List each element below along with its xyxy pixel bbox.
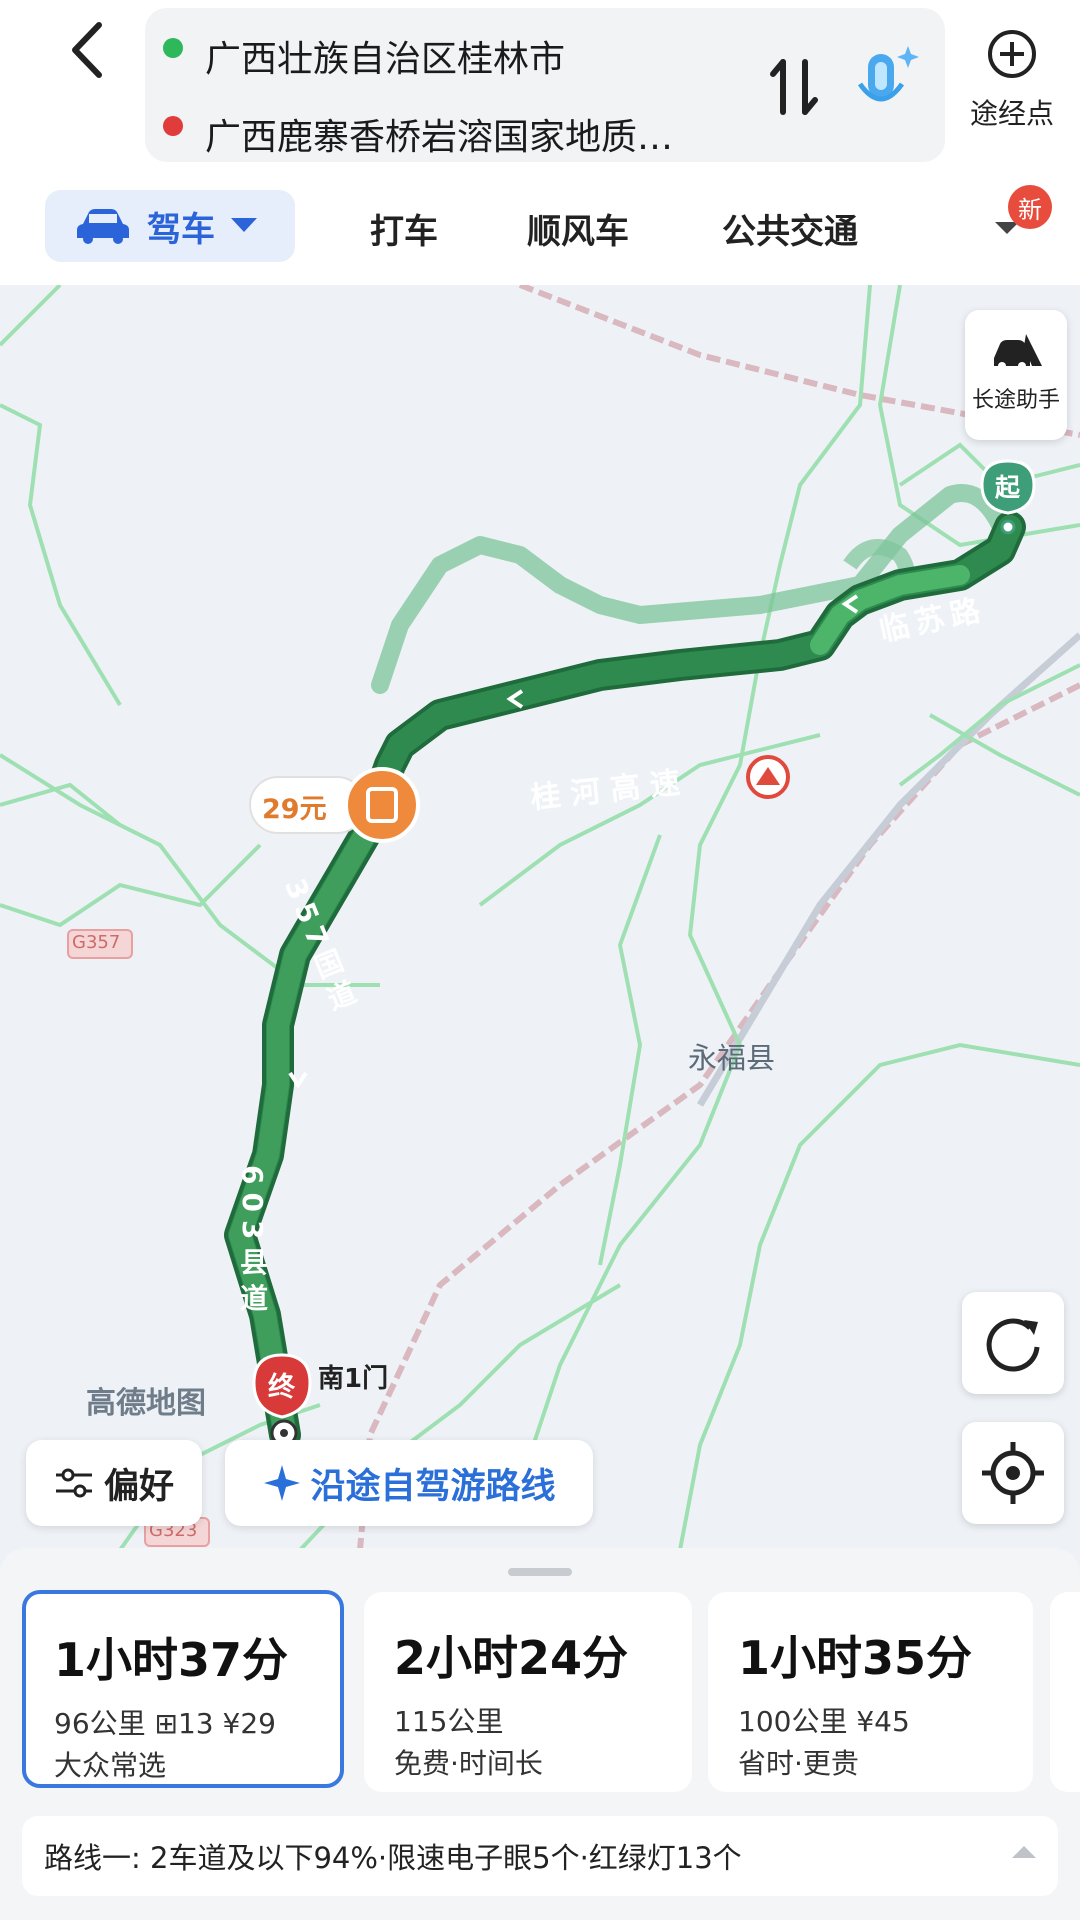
route-summary-bar[interactable]: 路线一: 2车道及以下94%·限速电子眼5个·红绿灯13个 <box>22 1816 1058 1896</box>
locate-button[interactable] <box>962 1422 1064 1524</box>
toll-station-icon <box>344 767 420 843</box>
end-marker-label: 终 <box>268 1372 295 1403</box>
chevron-up-icon <box>1012 1846 1036 1858</box>
route-tag: 大众常选 <box>54 1749 167 1782</box>
route-time: 2小时24分 <box>394 1631 629 1685</box>
amap-logo-text: 高德地图 <box>86 1386 206 1421</box>
route-input-box[interactable]: 广西壮族自治区桂林市 广西鹿寨香桥岩溶国家地质… <box>145 8 945 162</box>
add-waypoint-button[interactable]: 途经点 <box>962 28 1062 138</box>
preference-button[interactable]: 偏好 <box>26 1440 202 1526</box>
railway-line <box>357 682 1080 1550</box>
route-time: 1小时37分 <box>54 1633 289 1687</box>
start-marker-label: 起 <box>995 473 1021 502</box>
route-option-card[interactable]: 2小时24分 115公里 免费·时间长 <box>364 1592 692 1792</box>
swap-icon[interactable] <box>765 52 825 122</box>
new-badge: 新 <box>1008 185 1052 229</box>
refresh-icon <box>986 1318 1040 1372</box>
route-option-card-partial[interactable] <box>1050 1592 1080 1792</box>
route-meta: 96公里 ⊞13 ¥29 <box>54 1707 276 1740</box>
route-tag: 省时·更贵 <box>738 1747 859 1780</box>
tab-carpool[interactable]: 顺风车 <box>527 204 629 253</box>
route-option-card[interactable]: 1小时35分 100公里 ¥45 省时·更贵 <box>708 1592 1033 1792</box>
caret-down-icon <box>231 218 257 232</box>
destination-dot <box>163 116 183 136</box>
route-option-card[interactable]: 1小时37分 96公里 ⊞13 ¥29 大众常选 <box>22 1590 344 1788</box>
tab-taxi[interactable]: 打车 <box>370 204 438 253</box>
route-meta: 100公里 ¥45 <box>738 1705 910 1738</box>
end-point-center <box>280 1429 288 1437</box>
locate-icon <box>982 1442 1044 1504</box>
route-time: 1小时35分 <box>738 1631 973 1685</box>
county-label: 永福县 <box>688 1041 776 1075</box>
map-canvas <box>0 285 1080 1550</box>
origin-field[interactable]: 广西壮族自治区桂林市 <box>205 30 565 82</box>
road-shield-label: G357 <box>72 932 121 953</box>
origin-dot <box>163 38 183 58</box>
sheet-handle[interactable] <box>508 1568 572 1576</box>
sparkle-icon <box>264 1465 301 1501</box>
car-icon <box>77 209 129 244</box>
map-view[interactable]: 29元 临苏路 桂河高速 357国道 603县道 永福县 G357 G323 起… <box>0 285 1080 1550</box>
tab-drive-label: 驾车 <box>147 209 215 250</box>
start-point <box>1000 519 1016 535</box>
tab-drive[interactable]: 驾车 <box>45 190 295 262</box>
refresh-button[interactable] <box>962 1292 1064 1394</box>
sliders-icon <box>55 1468 92 1498</box>
tab-public-transit[interactable]: 公共交通 <box>722 204 858 253</box>
long-trip-label: 长途助手 <box>971 388 1060 413</box>
road-label-603: 603县道 <box>236 1165 269 1320</box>
destination-field[interactable]: 广西鹿寨香桥岩溶国家地质… <box>205 108 673 160</box>
voice-assistant-icon[interactable] <box>850 42 922 122</box>
local-roads <box>0 285 1080 1550</box>
self-drive-route-button[interactable]: 沿途自驾游路线 <box>225 1440 593 1526</box>
route-meta: 115公里 <box>394 1705 504 1738</box>
amap-logo: 高德地图 <box>38 1378 206 1422</box>
toll-price-label: 29元 <box>262 794 327 825</box>
back-arrow-icon[interactable] <box>55 15 125 85</box>
route-tag: 免费·时间长 <box>394 1747 543 1780</box>
long-trip-car-icon <box>994 334 1042 370</box>
long-trip-assistant-button[interactable]: 长途助手 <box>965 310 1067 440</box>
self-drive-label: 沿途自驾游路线 <box>310 1466 556 1507</box>
preference-label: 偏好 <box>103 1466 174 1507</box>
waypoint-label: 途经点 <box>969 97 1054 130</box>
add-circle-icon <box>988 30 1036 78</box>
end-poi-label: 南1门 <box>318 1364 389 1394</box>
route-summary-text: 路线一: 2车道及以下94%·限速电子眼5个·红绿灯13个 <box>44 1841 742 1875</box>
